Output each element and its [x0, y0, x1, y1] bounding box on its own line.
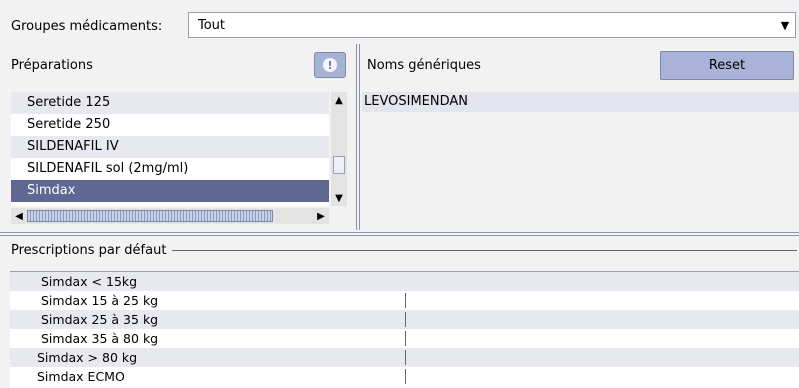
generic-names-label: Noms génériques	[367, 58, 481, 73]
scroll-left-icon[interactable]: ◀	[11, 208, 27, 224]
column-divider	[405, 293, 406, 308]
list-item[interactable]: SILDENAFIL sol (2mg/ml)	[11, 158, 329, 180]
prescription-name: Simdax 25 à 35 kg	[41, 312, 159, 327]
table-row[interactable]: Simdax 35 à 80 kg	[10, 329, 799, 348]
group-combo[interactable]: Tout ▼	[188, 12, 796, 38]
chevron-down-icon[interactable]: ▼	[775, 13, 795, 37]
table-row[interactable]: Simdax > 80 kg	[10, 348, 799, 367]
table-row[interactable]: Simdax 15 à 25 kg	[10, 291, 799, 310]
prescription-name: Simdax < 15kg	[41, 274, 138, 289]
generic-names-list: LEVOSIMENDAN	[362, 92, 799, 112]
scroll-down-icon[interactable]: ▼	[331, 190, 347, 206]
scroll-thumb[interactable]	[333, 156, 345, 174]
group-value: Tout	[198, 18, 226, 33]
list-item[interactable]: Seretide 250	[11, 114, 329, 136]
preparations-list: Seretide 125 Seretide 250 SILDENAFIL IV SIL…	[11, 92, 329, 206]
generic-names-empty-area	[362, 112, 799, 230]
prescription-name: Simdax 15 à 25 kg	[41, 293, 159, 308]
vertical-splitter[interactable]	[354, 44, 362, 230]
list-item[interactable]: Seretide 125	[11, 92, 329, 114]
prescription-name: Simdax 35 à 80 kg	[41, 331, 159, 346]
prescription-name: Simdax ECMO	[37, 369, 125, 384]
table-row[interactable]: Simdax < 15kg	[10, 272, 799, 291]
column-divider	[405, 369, 406, 384]
preparations-label: Préparations	[11, 58, 93, 73]
preparations-vertical-scrollbar[interactable]: ▲ ▼	[331, 92, 347, 206]
reset-button[interactable]: Reset	[660, 51, 794, 80]
list-item[interactable]: LEVOSIMENDAN	[364, 94, 468, 109]
scroll-right-icon[interactable]: ▶	[313, 208, 329, 224]
list-item[interactable]: Simdax	[11, 180, 329, 202]
prescription-name: Simdax > 80 kg	[37, 350, 138, 365]
scroll-up-icon[interactable]: ▲	[331, 92, 347, 108]
column-divider	[405, 350, 406, 365]
group-label: Groupes médicaments:	[11, 19, 163, 34]
prescriptions-label: Prescriptions par défaut	[11, 243, 173, 258]
column-divider	[405, 312, 406, 327]
list-item[interactable]: SILDENAFIL IV	[11, 136, 329, 158]
scroll-thumb[interactable]	[27, 210, 273, 222]
column-divider	[405, 331, 406, 346]
horizontal-splitter[interactable]	[0, 230, 799, 238]
info-button[interactable]: !	[314, 52, 346, 78]
table-row[interactable]: Simdax 25 à 35 kg	[10, 310, 799, 329]
prescriptions-table: Simdax < 15kg Simdax 15 à 25 kg Simdax 25 …	[10, 271, 799, 388]
table-row[interactable]: Simdax ECMO	[10, 367, 799, 386]
exclamation-icon: !	[323, 58, 337, 72]
preparations-horizontal-scrollbar[interactable]: ◀ ▶	[11, 208, 329, 224]
